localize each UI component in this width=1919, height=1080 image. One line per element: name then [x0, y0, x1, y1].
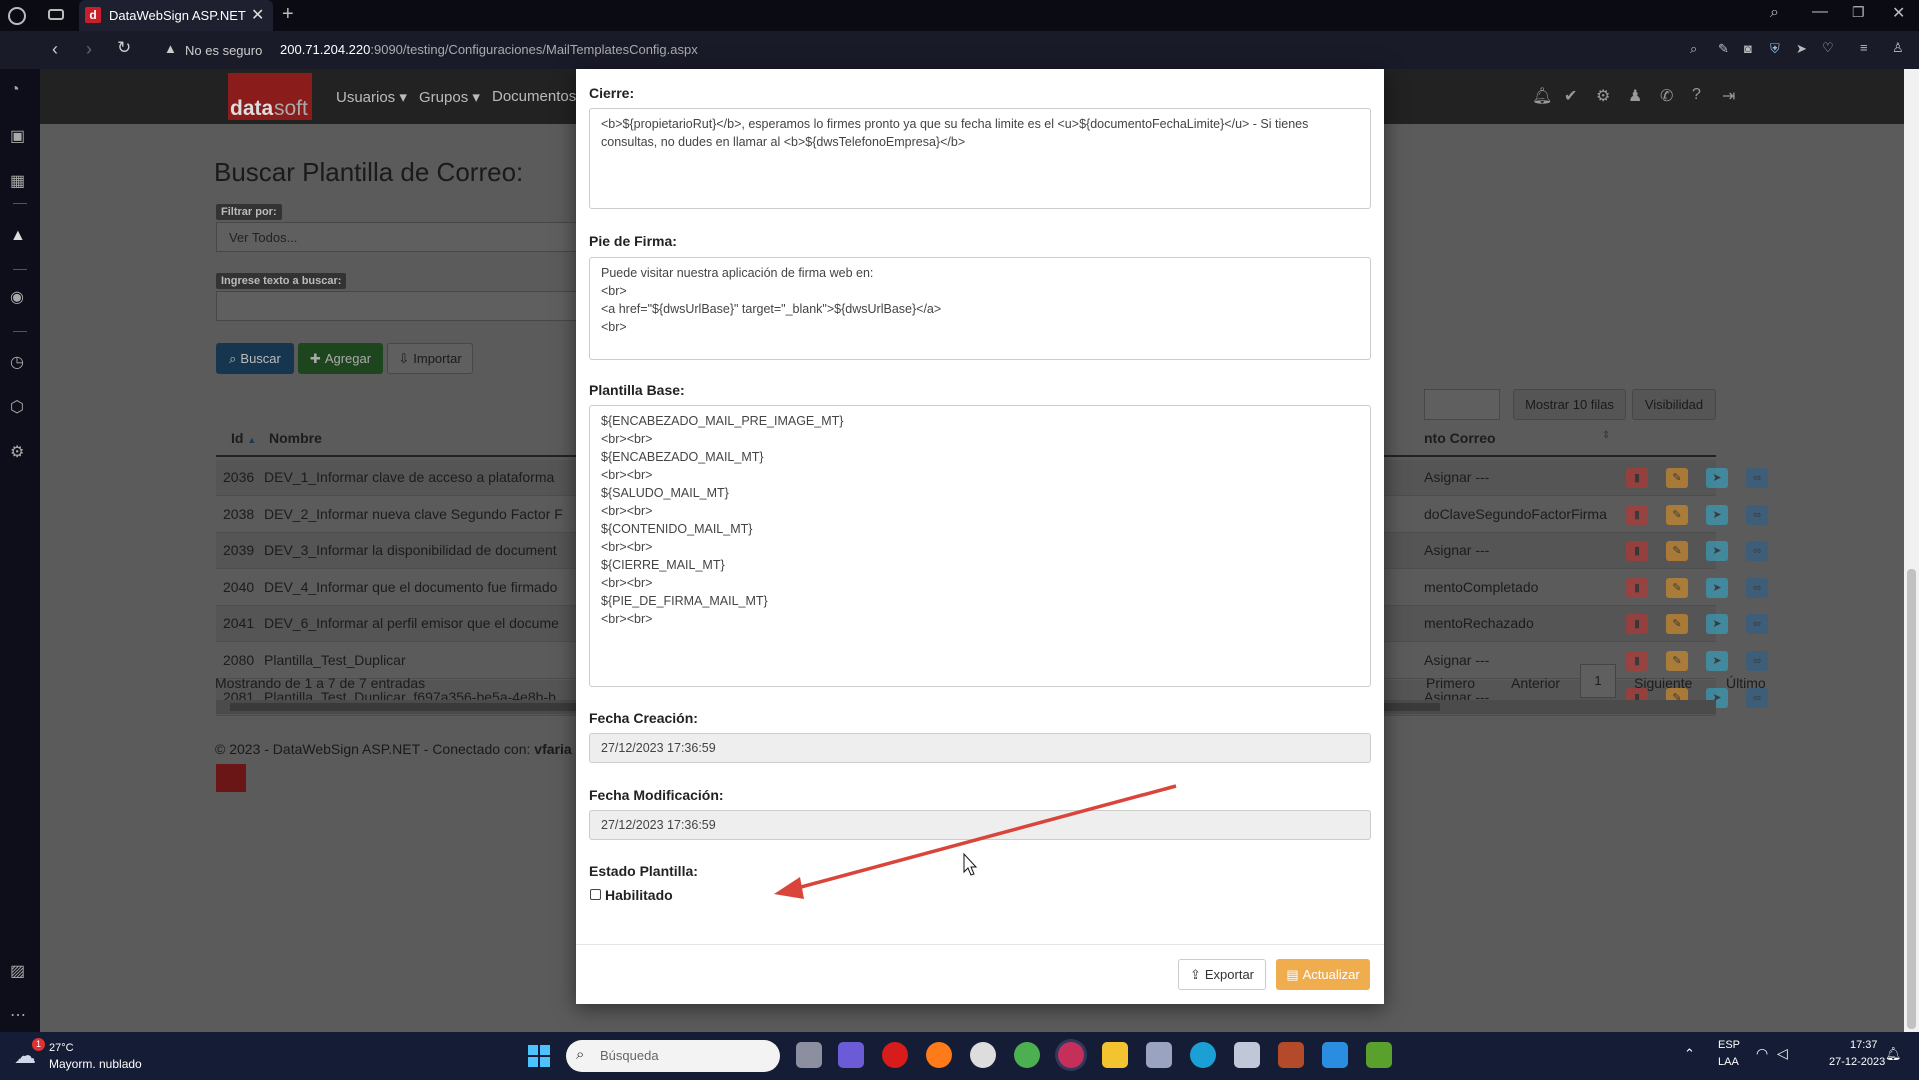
app-icon[interactable] [1146, 1042, 1172, 1068]
tray-chevron-icon[interactable]: ⌃ [1684, 1046, 1695, 1062]
weather-desc[interactable]: Mayorm. nublado [49, 1057, 142, 1071]
notifications-icon[interactable]: 🔔︎ [1885, 1046, 1902, 1062]
volume-icon[interactable]: ◁ [1777, 1045, 1788, 1062]
file-explorer-icon[interactable] [1102, 1042, 1128, 1068]
taskbar-search[interactable]: ⌕ Búsqueda [566, 1040, 780, 1072]
vscode-icon[interactable] [1322, 1042, 1348, 1068]
notepad-icon[interactable] [1366, 1042, 1392, 1068]
task-view-icon[interactable] [796, 1042, 822, 1068]
spring-icon[interactable] [1014, 1042, 1040, 1068]
search-icon: ⌕ [576, 1046, 585, 1063]
opera-icon[interactable] [882, 1042, 908, 1068]
weather-temp[interactable]: 27°C [49, 1042, 74, 1054]
wifi-icon[interactable]: ◠ [1756, 1045, 1768, 1062]
edge-icon[interactable] [1190, 1042, 1216, 1068]
annotation-arrow [774, 784, 1177, 899]
lang-2[interactable]: LAA [1718, 1056, 1739, 1068]
weather-badge: 1 [32, 1038, 45, 1051]
opera-active-icon[interactable] [1058, 1042, 1084, 1068]
clock-time[interactable]: 17:37 [1850, 1039, 1878, 1051]
search-placeholder: Búsqueda [600, 1048, 659, 1063]
opera-gx-icon[interactable] [970, 1042, 996, 1068]
windows-taskbar: ☁ 1 27°C Mayorm. nublado ⌕ Búsqueda ⌃ ES… [0, 1032, 1919, 1080]
start-icon[interactable] [528, 1045, 550, 1067]
mouse-cursor [963, 852, 978, 876]
meet-icon[interactable] [838, 1042, 864, 1068]
firefox-icon[interactable] [926, 1042, 952, 1068]
lang-1[interactable]: ESP [1718, 1039, 1740, 1051]
winrar-icon[interactable] [1278, 1042, 1304, 1068]
box-app-icon[interactable] [1234, 1042, 1260, 1068]
clock-date[interactable]: 27-12-2023 [1829, 1056, 1885, 1068]
